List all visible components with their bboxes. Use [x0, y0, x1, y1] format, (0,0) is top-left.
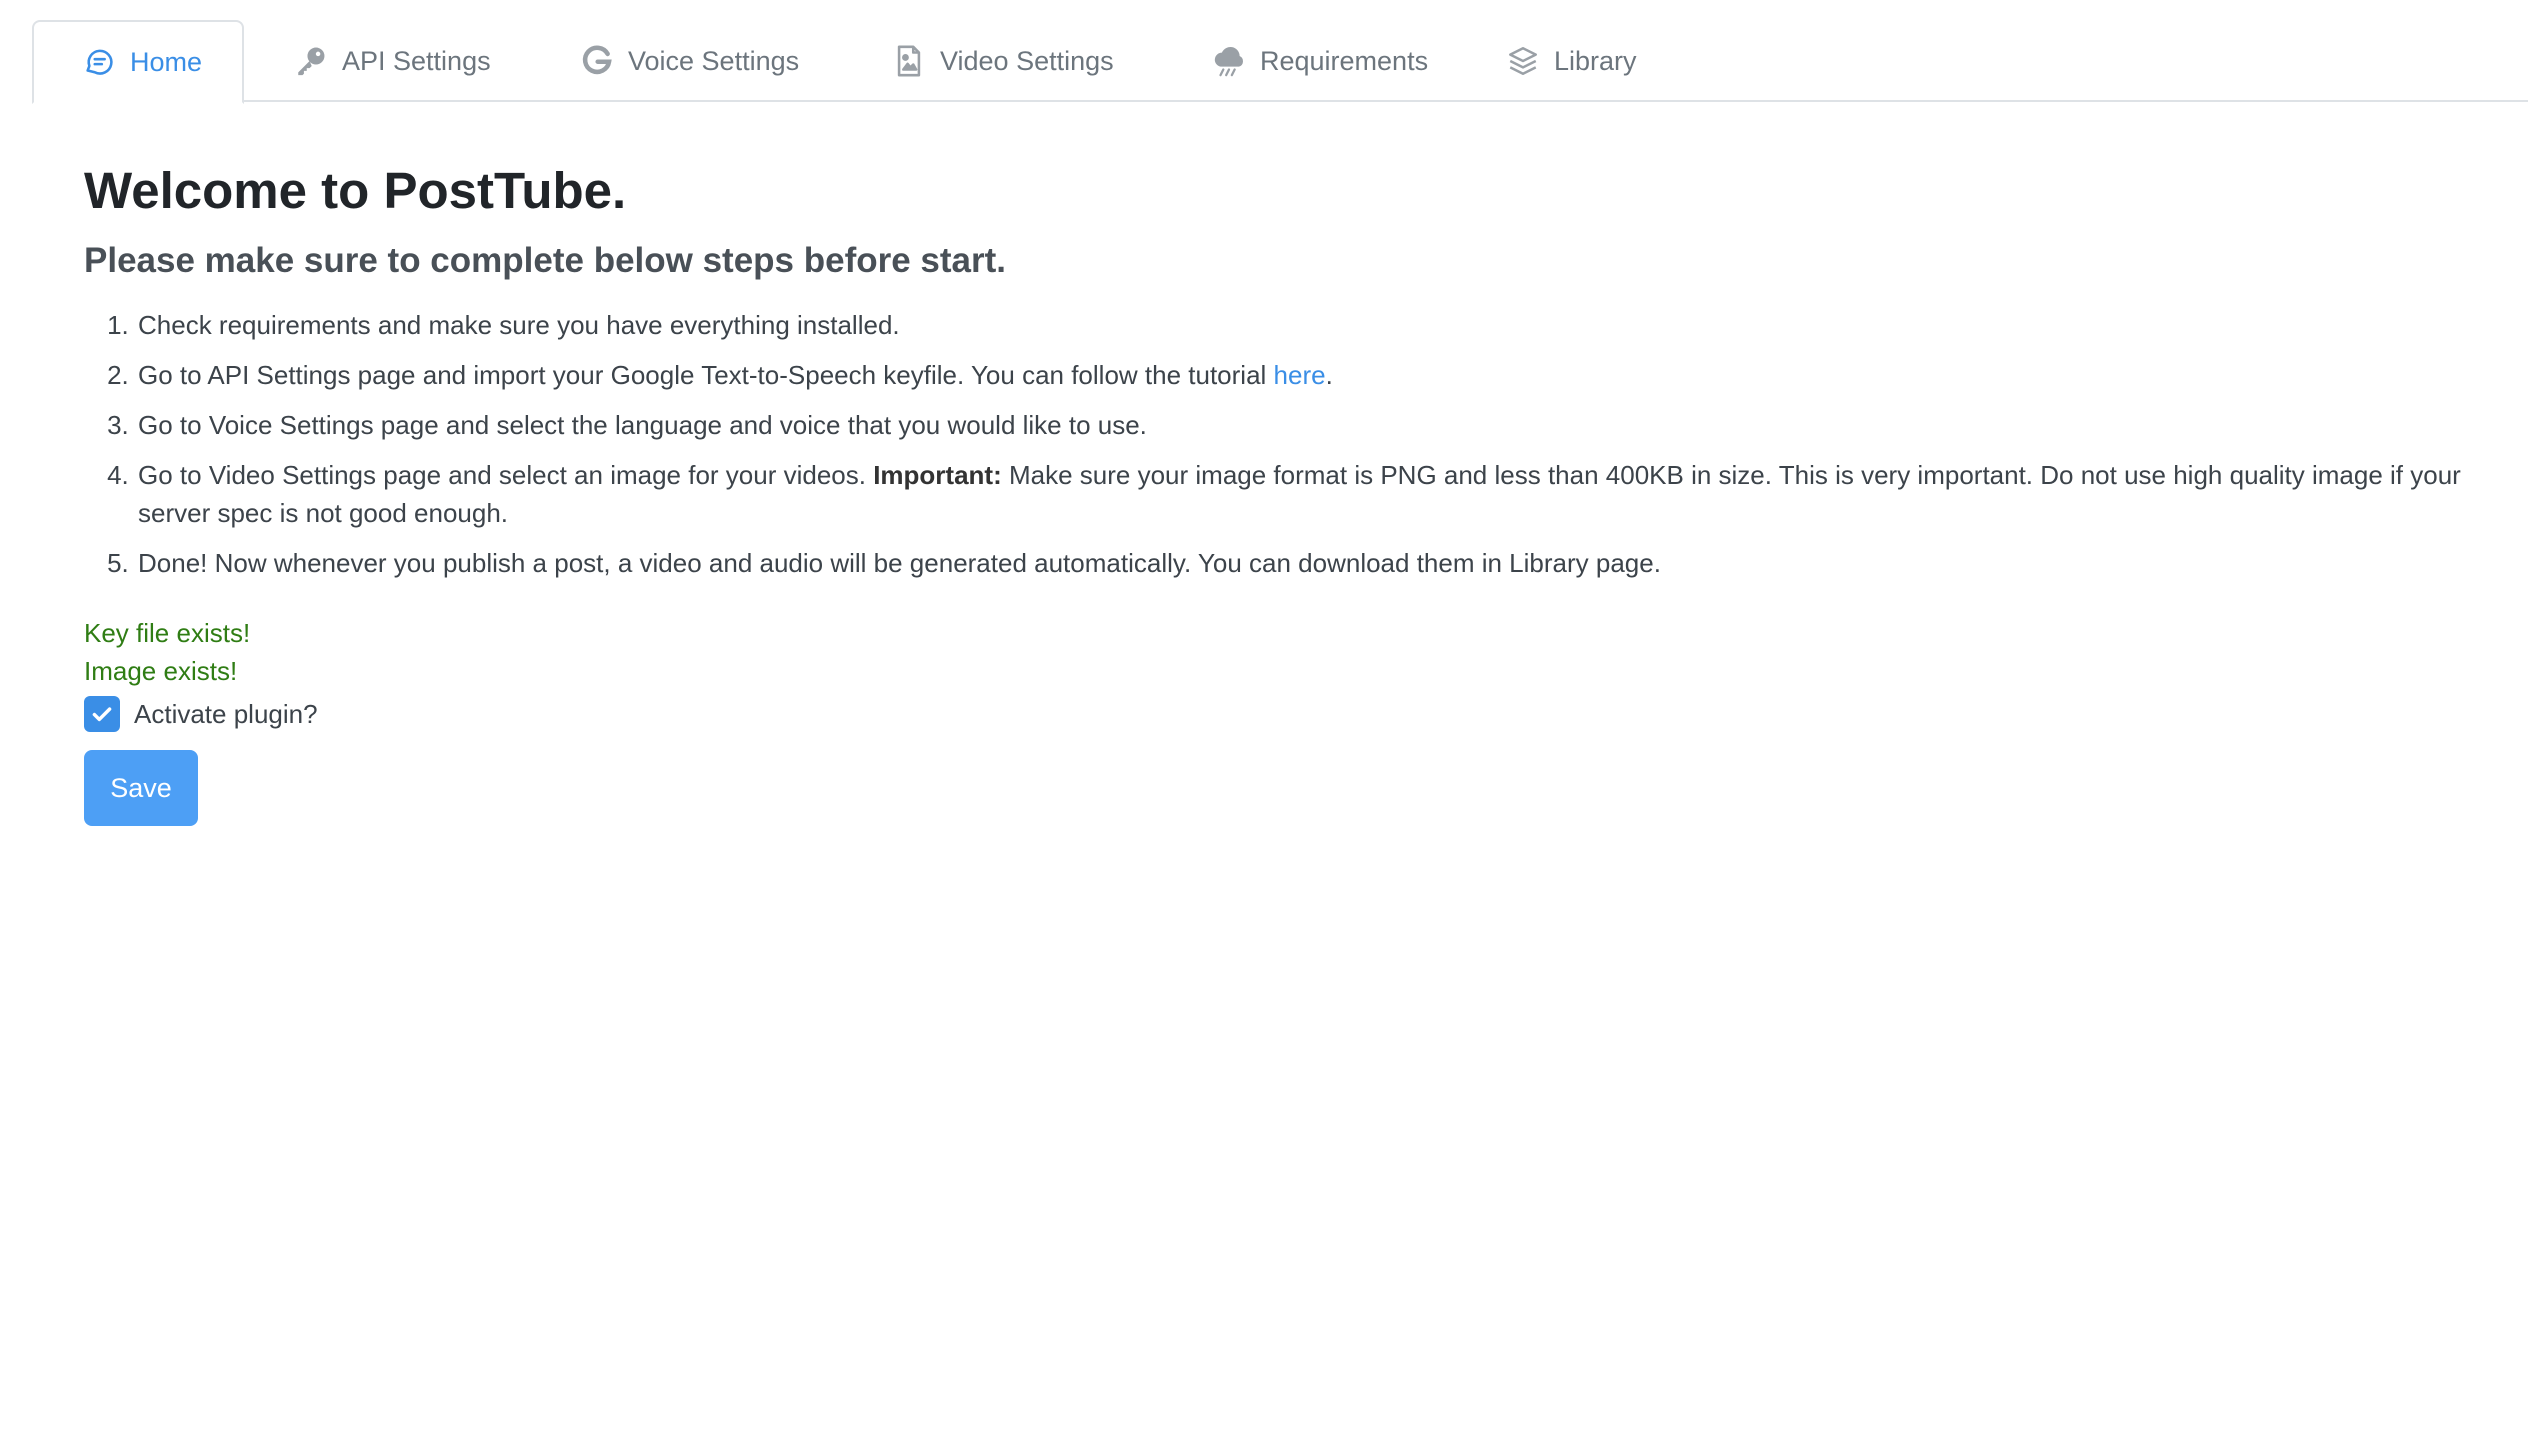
tab-library[interactable]: Library — [1506, 20, 1637, 102]
steps-list: Check requirements and make sure you hav… — [84, 306, 2494, 582]
tab-label: API Settings — [342, 45, 491, 76]
key-icon — [294, 44, 328, 78]
step-item: Go to Video Settings page and select an … — [136, 456, 2494, 532]
step-item: Go to Voice Settings page and select the… — [136, 406, 2494, 444]
main-content: Welcome to PostTube. Please make sure to… — [84, 158, 2494, 826]
image-file-icon — [892, 44, 926, 78]
step-item: Go to API Settings page and import your … — [136, 356, 2494, 394]
tab-bar: Home API Settings Voice Settings Video S… — [32, 20, 2528, 104]
tab-requirements[interactable]: Requirements — [1212, 20, 1428, 102]
key-file-status: Key file exists! — [84, 618, 251, 648]
image-status: Image exists! — [84, 656, 238, 686]
step-item: Done! Now whenever you publish a post, a… — [136, 544, 2494, 582]
page-subtitle: Please make sure to complete below steps… — [84, 241, 1007, 280]
layers-icon — [1506, 44, 1540, 78]
tab-label: Video Settings — [940, 45, 1114, 76]
checkmark-icon — [92, 707, 112, 722]
save-button[interactable]: Save — [84, 750, 198, 826]
tab-video-settings[interactable]: Video Settings — [892, 20, 1114, 102]
tab-home[interactable]: Home — [32, 20, 245, 104]
tab-label: Voice Settings — [628, 45, 800, 76]
google-icon — [580, 44, 614, 78]
activate-plugin-label[interactable]: Activate plugin? — [134, 699, 318, 730]
tab-label: Library — [1554, 45, 1637, 76]
activate-plugin-row: Activate plugin? — [84, 692, 2494, 736]
tab-voice-settings[interactable]: Voice Settings — [580, 20, 799, 102]
chat-bubble-icon — [82, 45, 116, 79]
cloud-icon — [1212, 44, 1246, 78]
step-item: Check requirements and make sure you hav… — [136, 306, 2494, 344]
tab-api-settings[interactable]: API Settings — [294, 20, 491, 102]
tutorial-link[interactable]: here — [1274, 360, 1326, 390]
activate-plugin-checkbox[interactable] — [84, 696, 120, 732]
important-label: Important: — [873, 460, 1002, 490]
tab-label: Requirements — [1260, 45, 1429, 76]
tab-label: Home — [130, 46, 203, 77]
page-title: Welcome to PostTube. — [84, 162, 627, 219]
